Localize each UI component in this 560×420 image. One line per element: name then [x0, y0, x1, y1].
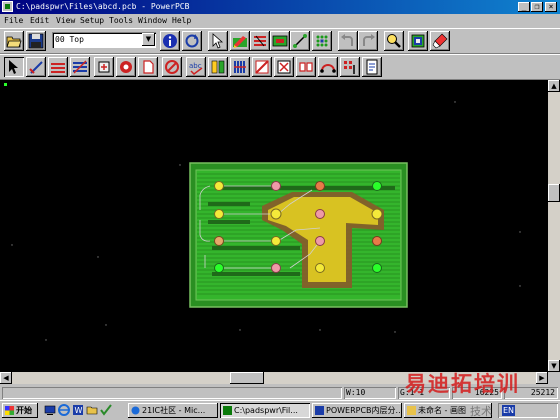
restore-button[interactable]: ❐ [531, 2, 543, 12]
menu-help[interactable]: Help [172, 15, 191, 27]
origin-marker [4, 83, 7, 86]
menu-tools[interactable]: Tools [109, 15, 133, 27]
flood-icon[interactable] [252, 57, 272, 77]
task-label: 未命名 - 画图 [418, 406, 466, 415]
task-label: C:\padspwr\Fil... [234, 406, 298, 415]
scroll-up-arrow-icon[interactable]: ▲ [548, 80, 560, 92]
ie-page-icon [131, 406, 140, 415]
ecoc-icon[interactable] [270, 31, 290, 51]
pad-icon[interactable] [296, 57, 316, 77]
scroll-right-arrow-icon[interactable]: ▶ [536, 372, 548, 384]
menu-file[interactable]: File [4, 15, 23, 27]
keepout-icon[interactable] [274, 57, 294, 77]
bus-icon[interactable] [230, 57, 250, 77]
ie-icon[interactable] [58, 404, 70, 416]
via-icon[interactable] [116, 57, 136, 77]
menu-setup[interactable]: Setup [80, 15, 104, 27]
layer-combo-value: 00 Top [55, 35, 84, 44]
chevron-down-icon[interactable]: ▼ [142, 33, 155, 46]
window-title: C:\padspwr\Files\abcd.pcb - PowerPCB [16, 2, 190, 11]
horizontal-scroll-thumb[interactable] [230, 372, 264, 384]
app-icon[interactable] [2, 1, 13, 12]
title-bar: C:\padspwr\Files\abcd.pcb - PowerPCB _ ❐… [0, 0, 560, 14]
desktop-icon[interactable] [44, 404, 56, 416]
scroll-down-arrow-icon[interactable]: ▼ [548, 360, 560, 372]
design-toolbar-icon[interactable] [230, 31, 250, 51]
jumper-icon[interactable] [318, 57, 338, 77]
menu-window[interactable]: Window [138, 15, 167, 27]
menu-edit[interactable]: Edit [30, 15, 49, 27]
task-label: 21IC社区 - Mic... [142, 406, 206, 415]
select-mode-icon[interactable] [4, 57, 24, 77]
pcb-canvas[interactable] [0, 80, 548, 372]
router-icon[interactable] [290, 31, 310, 51]
powerpcb-app-icon [223, 406, 232, 415]
start-button[interactable]: 开始 [2, 403, 38, 418]
info-icon[interactable] [160, 31, 180, 51]
trace-icon[interactable] [70, 57, 90, 77]
pcb-board [189, 162, 408, 308]
task-powerpcb[interactable]: C:\padspwr\Fil... [220, 403, 310, 418]
layer-combo[interactable]: 00 Top ▼ [52, 32, 156, 48]
design-toolbar: abc [0, 54, 560, 80]
check-icon[interactable] [100, 404, 112, 416]
vertical-scrollbar[interactable]: ▲ ▼ [548, 80, 560, 372]
explorer-icon[interactable] [86, 404, 98, 416]
move-icon[interactable] [26, 57, 46, 77]
paint-icon[interactable] [430, 31, 450, 51]
bga-icon[interactable] [312, 31, 332, 51]
open-icon[interactable] [4, 31, 24, 51]
vertical-scroll-thumb[interactable] [548, 184, 560, 202]
standard-toolbar: 00 Top ▼ [0, 28, 560, 54]
word-icon[interactable]: W [72, 404, 84, 416]
redraw-icon[interactable] [182, 31, 202, 51]
start-label: 开始 [16, 406, 32, 415]
copper-icon[interactable] [208, 57, 228, 77]
watermark-logo: 易迪拓培训 [405, 372, 520, 396]
task-label: POWERPCB内层分... [326, 406, 402, 415]
powerpcb-window: C:\padspwr\Files\abcd.pcb - PowerPCB _ ❐… [0, 0, 560, 400]
report-icon[interactable] [362, 57, 382, 77]
status-message [2, 387, 342, 399]
menu-view[interactable]: View [56, 15, 75, 27]
windows-logo-icon [5, 406, 14, 415]
redo-icon[interactable] [358, 31, 378, 51]
drafting-icon[interactable] [250, 31, 270, 51]
svg-text:W: W [75, 406, 83, 415]
width-field: W:10 [344, 387, 396, 399]
close-button[interactable]: × [545, 2, 557, 12]
undo-icon[interactable] [338, 31, 358, 51]
minimize-button[interactable]: _ [518, 2, 530, 12]
via-marks [215, 184, 223, 186]
menu-bar: File Edit View Setup Tools Window Help [0, 14, 560, 28]
paint-app-icon [407, 406, 416, 415]
layers-icon[interactable] [408, 31, 428, 51]
system-tray: EN [498, 403, 558, 418]
task-21ic[interactable]: 21IC社区 - Mic... [128, 403, 218, 418]
select-icon[interactable] [208, 31, 228, 51]
auto-icon[interactable] [340, 57, 360, 77]
save-icon[interactable] [26, 31, 46, 51]
spelling-icon[interactable]: abc [186, 57, 206, 77]
scroll-left-arrow-icon[interactable]: ◀ [0, 372, 12, 384]
component-icon[interactable] [94, 57, 114, 77]
pcb-drawing [4, 83, 521, 341]
task-word-doc[interactable]: POWERPCB内层分... [312, 403, 402, 418]
input-language-indicator[interactable]: EN [502, 405, 516, 416]
word-doc-icon [315, 406, 324, 415]
split-icon[interactable] [138, 57, 158, 77]
zoom-icon[interactable] [384, 31, 404, 51]
watermark-subtext: 技术 [470, 405, 492, 418]
no-entry-icon[interactable] [162, 57, 182, 77]
route-icon[interactable] [48, 57, 68, 77]
